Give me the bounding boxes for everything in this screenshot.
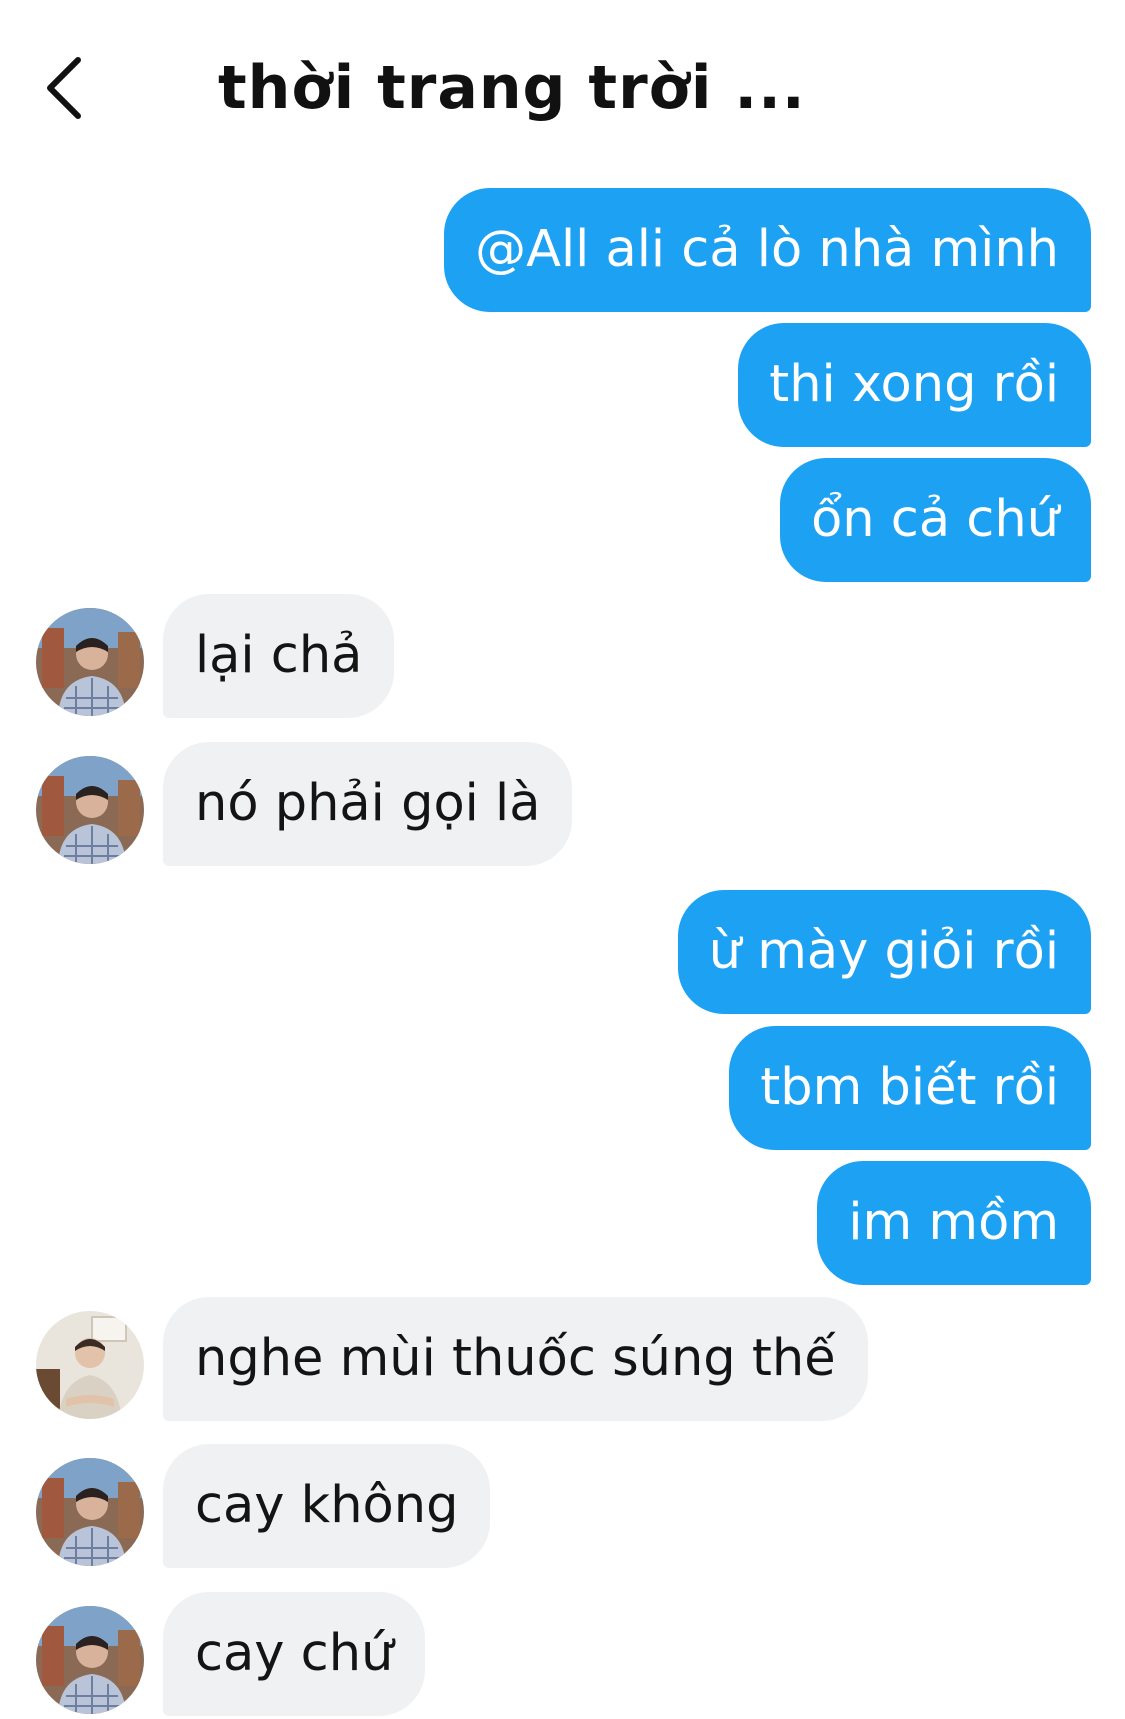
message-row: cay chứ [36, 1592, 1036, 1716]
message-row: ừ mày giỏi rồi [391, 890, 1091, 1014]
user-avatar-icon [36, 1458, 144, 1566]
avatar[interactable] [36, 608, 144, 716]
avatar[interactable] [36, 1458, 144, 1566]
outgoing-message-bubble[interactable]: ổn cả chứ [780, 458, 1091, 582]
outgoing-message-bubble[interactable]: thi xong rồi [738, 323, 1091, 447]
message-row: tbm biết rồi [391, 1026, 1091, 1150]
user-avatar-icon [36, 1311, 144, 1419]
message-row: nghe mùi thuốc súng thế [36, 1297, 1086, 1421]
avatar[interactable] [36, 1311, 144, 1419]
message-row: cay không [36, 1444, 1036, 1568]
outgoing-message-bubble[interactable]: @All ali cả lò nhà mình [444, 188, 1091, 312]
message-row: im mồm [391, 1161, 1091, 1285]
message-row: thi xong rồi [391, 323, 1091, 447]
outgoing-message-bubble[interactable]: tbm biết rồi [729, 1026, 1091, 1150]
message-list: @All ali cả lò nhà mình thi xong rồi ổn … [0, 0, 1125, 1719]
incoming-message-bubble[interactable]: cay không [163, 1444, 491, 1568]
avatar[interactable] [36, 1606, 144, 1714]
outgoing-message-bubble[interactable]: ừ mày giỏi rồi [677, 890, 1091, 1014]
incoming-message-bubble[interactable]: nó phải gọi là [163, 742, 573, 866]
incoming-message-bubble[interactable]: cay chứ [163, 1592, 426, 1716]
avatar[interactable] [36, 756, 144, 864]
outgoing-message-bubble[interactable]: im mồm [817, 1161, 1091, 1285]
user-avatar-icon [36, 608, 144, 716]
user-avatar-icon [36, 1606, 144, 1714]
message-row: @All ali cả lò nhà mình [391, 188, 1091, 312]
incoming-message-bubble[interactable]: lại chả [163, 594, 395, 718]
user-avatar-icon [36, 756, 144, 864]
message-row: lại chả [36, 594, 1036, 718]
message-row: nó phải gọi là [36, 742, 1036, 866]
message-row: ổn cả chứ [391, 458, 1091, 582]
incoming-message-bubble[interactable]: nghe mùi thuốc súng thế [163, 1297, 868, 1421]
